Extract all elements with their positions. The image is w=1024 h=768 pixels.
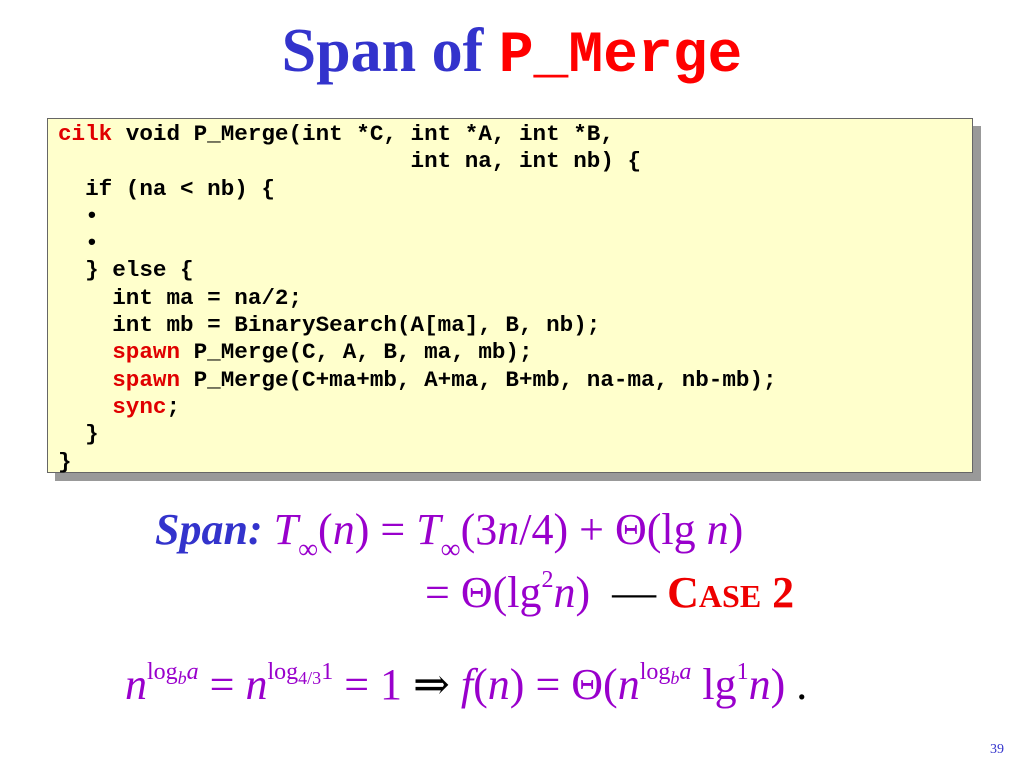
code-text: } else { [58, 257, 194, 284]
code-line: spawn P_Merge(C+ma+mb, A+ma, B+mb, na-ma… [58, 366, 777, 394]
lg-exponent: 1 [736, 659, 749, 685]
theta-lg: = Θ(lg [425, 568, 542, 617]
code-line: } [58, 421, 777, 448]
arg-a: a [186, 659, 199, 685]
rec-n: n [497, 505, 520, 554]
log: log [267, 659, 299, 685]
n-var: n [748, 660, 771, 709]
arg-a: a [679, 659, 692, 685]
code-text: • [58, 202, 99, 229]
code-line: • [58, 203, 777, 230]
lg: lg [702, 660, 737, 709]
master-theorem-line: nlogba = nlog4/31 = 1 ⇒ f(n) = Θ(nlogba … [125, 660, 807, 707]
code-line: int ma = na/2; [58, 285, 777, 312]
code-line: int mb = BinarySearch(A[ma], B, nb); [58, 312, 777, 339]
log: log [639, 659, 671, 685]
code-text: int na, int nb) { [58, 148, 642, 175]
code-text: int ma = na/2; [58, 284, 303, 311]
span-label: Span: [155, 505, 263, 554]
code-text: } [58, 448, 72, 475]
page-number: 39 [990, 742, 1004, 757]
code-box: cilk void P_Merge(int *C, int *A, int *B… [47, 118, 973, 476]
code-line: } else { [58, 257, 777, 284]
base-4-3: 4/3 [298, 668, 322, 688]
code-listing: cilk void P_Merge(int *C, int *A, int *B… [58, 121, 777, 476]
fn-arg: (n) [473, 660, 525, 709]
equals: = [380, 505, 406, 554]
code-line: spawn P_Merge(C, A, B, ma, mb); [58, 339, 777, 366]
code-line: • [58, 230, 777, 257]
exponent-log-4-3-1: log4/31 [267, 659, 334, 688]
t-symbol: T [273, 505, 299, 554]
n-var: n [617, 660, 640, 709]
exponent-log-b-a: logba [639, 659, 692, 687]
span-recurrence-line2: = Θ(lg2n) — CASE 2 [425, 568, 794, 615]
title-code: P_Merge [498, 24, 743, 89]
implies-arrow: ⇒ [413, 660, 450, 709]
code-keyword: spawn [112, 339, 181, 366]
close-paren: ) [770, 660, 786, 709]
code-text: ; [166, 393, 181, 420]
base-b: b [177, 668, 187, 688]
code-text: void P_Merge(int *C, int *A, int *B, [112, 121, 614, 147]
code-keyword: spawn [112, 366, 181, 393]
code-line: int na, int nb) { [58, 148, 777, 175]
code-line: if (na < nb) { [58, 176, 777, 203]
code-keyword: sync [112, 393, 167, 420]
equals: = [344, 660, 370, 709]
case-rest: ASE [698, 578, 762, 614]
code-line: } [58, 449, 777, 476]
case-label: CASE 2 [667, 568, 794, 617]
f-var: f [460, 660, 474, 709]
close-paren: ) [575, 568, 591, 617]
code-text: P_Merge(C+ma+mb, A+ma, B+mb, na-ma, nb-m… [180, 366, 777, 393]
exponent-log-b-a: logba [147, 659, 199, 688]
code-text: • [58, 230, 99, 257]
code-text: int mb = BinarySearch(A[ma], B, nb); [58, 312, 601, 339]
n-var: n [245, 660, 268, 709]
title-text: Span of [281, 17, 499, 85]
code-keyword: cilk [58, 121, 113, 147]
case-c: C [667, 568, 699, 617]
span-recurrence-line1: Span: T∞(n) = T∞(3n/4) + Θ(lg n) [155, 508, 743, 564]
lhs-arg: (n) [318, 505, 370, 554]
t-symbol: T [416, 505, 441, 554]
code-line: cilk void P_Merge(int *C, int *A, int *B… [58, 121, 777, 148]
n-var: n [553, 568, 576, 617]
code-line: sync; [58, 394, 777, 421]
period: . [796, 660, 808, 709]
arg-1: 1 [321, 659, 334, 685]
code-text: if (na < nb) { [58, 175, 275, 202]
log: log [147, 659, 178, 685]
equals: = [535, 660, 561, 709]
n-var: n [125, 660, 147, 709]
rec-arg-open: (3 [460, 505, 498, 554]
theta-open: Θ( [571, 660, 618, 709]
rec-close: ) [728, 505, 744, 554]
infinity-subscript: ∞ [440, 534, 461, 565]
code-text: P_Merge(C, A, B, ma, mb); [180, 339, 533, 366]
case-number: 2 [772, 568, 795, 617]
equals: = [209, 660, 235, 709]
rec-arg-close: /4) + Θ(lg [519, 505, 707, 554]
one: 1 [380, 660, 403, 709]
em-dash: — [612, 568, 657, 617]
slide-title: Span of P_Merge [0, 10, 1024, 98]
lg-exponent: 2 [541, 567, 554, 593]
infinity-subscript: ∞ [298, 534, 319, 565]
code-text: } [58, 421, 99, 448]
rec-n2: n [706, 505, 729, 554]
